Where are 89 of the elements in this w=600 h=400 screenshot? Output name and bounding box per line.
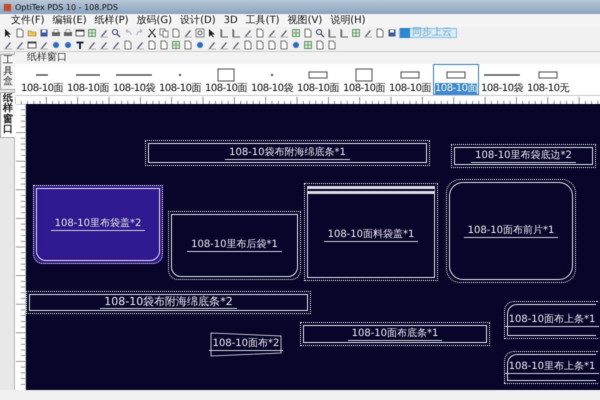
piece-label: 108-10里布袋底边*2	[471, 150, 576, 162]
side-tab[interactable]: 工具盒	[0, 54, 16, 90]
pen-icon[interactable]	[99, 40, 109, 50]
piece-label: 108-10面料袋盖*1	[324, 229, 418, 242]
window-icon[interactable]	[75, 28, 85, 38]
piece-thumbnail[interactable]: 108-10袋	[249, 64, 295, 95]
pen-icon[interactable]	[219, 40, 229, 50]
menu-item[interactable]: 纸样(P)	[92, 14, 132, 26]
piece-label: 108-10里布袋盖*2	[50, 218, 146, 231]
circle-icon[interactable]	[291, 40, 301, 50]
menu-item[interactable]: 设计(D)	[177, 14, 219, 26]
ruler-icon[interactable]	[327, 28, 337, 38]
piece-label: 108-10袋布附海绵底条*1	[225, 146, 350, 160]
piece-thumbnail[interactable]: 108-10面	[295, 64, 341, 95]
piece-thumbnail[interactable]: 108-10面	[433, 64, 479, 95]
menu-item[interactable]: 文件(F)	[8, 14, 48, 26]
pen-icon[interactable]	[111, 40, 121, 50]
pen-icon[interactable]	[231, 40, 241, 50]
window-title: OptiTex PDS 10 - 108.PDS	[15, 2, 118, 12]
piece-label: 108-10面布*2	[208, 338, 284, 351]
pattern-piece[interactable]: 108-10里布袋底边*2	[451, 144, 596, 168]
ruler-icon[interactable]	[339, 28, 349, 38]
menu-item[interactable]: 说明(H)	[327, 14, 369, 26]
ruler-icon[interactable]	[231, 28, 241, 38]
printer-icon[interactable]	[51, 28, 61, 38]
window-icon[interactable]	[27, 40, 37, 50]
grid-icon[interactable]	[303, 40, 313, 50]
pattern-piece[interactable]: 108-10袋布附海绵底条*2	[26, 291, 311, 314]
piece-thumbnail[interactable]: 108-10无	[525, 64, 571, 95]
circle-icon[interactable]	[63, 40, 73, 50]
pattern-piece[interactable]: 108-10面布底条*1	[300, 322, 490, 346]
piece-label: 108-10里布后袋*1	[187, 239, 282, 252]
pattern-piece[interactable]: 108-10里布袋盖*2	[33, 185, 163, 264]
piece-thumbnail[interactable]: 108-10面	[19, 64, 65, 95]
piece-label: 108-10面布前片*1	[464, 224, 558, 238]
pen-icon[interactable]	[15, 40, 25, 50]
pen-icon[interactable]	[87, 40, 97, 50]
piece-label: 108-10里布上条*1	[504, 361, 600, 374]
scissors-icon[interactable]	[147, 28, 157, 38]
pen-icon[interactable]	[363, 28, 373, 38]
pen-icon[interactable]	[39, 40, 49, 50]
piece-thumbnail[interactable]: 108-10面	[157, 64, 203, 95]
menu-item[interactable]: 放码(G)	[134, 14, 176, 26]
grid-icon[interactable]	[87, 28, 97, 38]
pen-icon[interactable]	[135, 40, 145, 50]
piece-label: 108-10袋布附海绵底条*2	[100, 296, 237, 309]
piece-label: 108-10面布底条*1	[348, 328, 442, 340]
circle-icon[interactable]	[195, 40, 205, 50]
panel-title: 纸样窗口	[27, 52, 67, 63]
pen-icon[interactable]	[3, 40, 13, 50]
grid-icon[interactable]	[171, 40, 181, 50]
pattern-piece[interactable]: 108-10面布*2	[210, 332, 282, 357]
pen-icon[interactable]	[99, 28, 109, 38]
piece-thumbnail[interactable]: 108-10面	[65, 64, 111, 95]
piece-thumbnail[interactable]: 108-10面	[203, 64, 249, 95]
menu-item[interactable]: 工具(T)	[242, 14, 283, 26]
grid-icon[interactable]	[291, 28, 301, 38]
piece-thumbnail[interactable]: 108-10袋	[479, 64, 525, 95]
pattern-piece[interactable]: 108-10面布前片*1	[446, 179, 576, 283]
side-tab[interactable]: 纸样窗口	[0, 92, 16, 138]
piece-label: 108-10面布上条*1	[504, 314, 600, 326]
pen-icon[interactable]	[279, 28, 289, 38]
app-icon	[3, 2, 12, 12]
menu-item[interactable]: 3D	[220, 14, 241, 26]
pointer-icon[interactable]	[207, 28, 217, 38]
grid-icon[interactable]	[351, 28, 361, 38]
printer-icon[interactable]	[63, 28, 73, 38]
menu-item[interactable]: 编辑(E)	[50, 14, 90, 26]
pointer-icon[interactable]	[3, 28, 13, 38]
pattern-piece[interactable]: 108-10里布后袋*1	[168, 211, 301, 280]
pen-icon[interactable]	[243, 28, 253, 38]
menu-item[interactable]: 视图(V)	[284, 14, 326, 26]
piece-thumbnail[interactable]: 108-10袋	[111, 64, 157, 95]
pattern-piece[interactable]: 108-10面布上条*1	[504, 301, 598, 339]
search-icon[interactable]	[111, 28, 121, 38]
ruler-icon[interactable]	[219, 28, 229, 38]
help-icon[interactable]	[195, 28, 205, 38]
piece-thumbnail[interactable]: 108-10面	[341, 64, 387, 95]
pattern-piece[interactable]: 108-10袋布附海绵底条*1	[145, 140, 430, 166]
circle-icon[interactable]	[51, 40, 61, 50]
pen-icon[interactable]	[267, 28, 277, 38]
piece-thumbnail[interactable]: 108-10面	[387, 64, 433, 95]
search-icon[interactable]	[315, 28, 325, 38]
text-tool-icon[interactable]	[75, 40, 85, 50]
pattern-piece[interactable]: 108-10里布上条*1	[504, 351, 598, 384]
pattern-piece[interactable]: 108-10面料袋盖*1	[304, 183, 438, 281]
pen-icon[interactable]	[207, 40, 217, 50]
copy-icon[interactable]	[159, 28, 169, 38]
pen-icon[interactable]	[183, 28, 193, 38]
